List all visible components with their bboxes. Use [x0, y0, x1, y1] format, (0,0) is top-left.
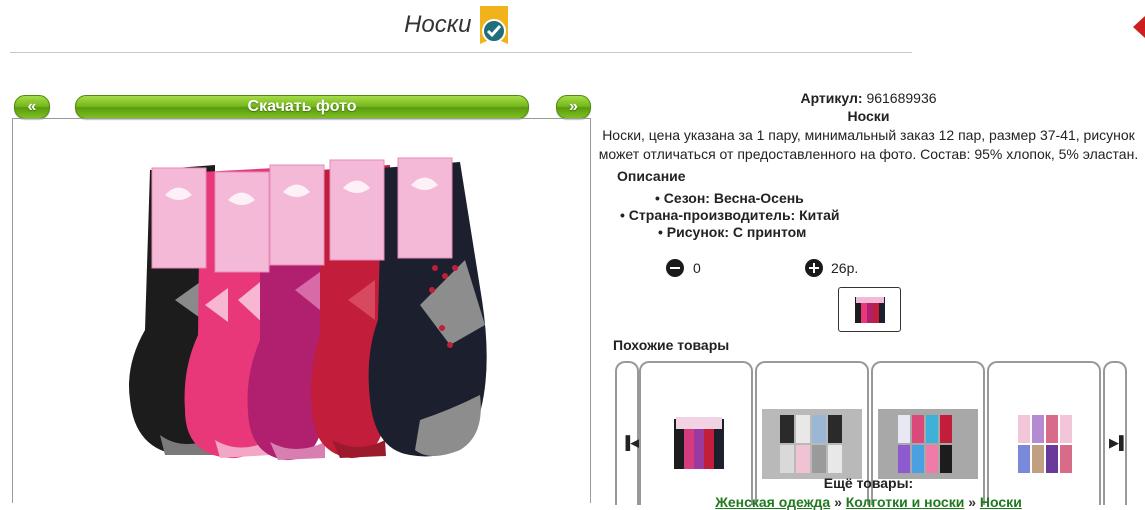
article-label: Артикул: [800, 90, 863, 106]
breadcrumb-link-womens-clothing[interactable]: Женская одежда [715, 494, 830, 510]
similar-heading: Похожие товары [613, 337, 730, 353]
spec-text: Сезон: Весна-Осень [663, 190, 804, 206]
similar-product-image [646, 409, 746, 479]
photo-frame-right [590, 118, 591, 503]
minus-icon[interactable] [666, 259, 684, 277]
photo-thumbnail[interactable] [838, 287, 901, 332]
download-photo-button[interactable]: Скачать фото [75, 95, 529, 119]
close-icon[interactable] [1130, 14, 1145, 40]
spec-text: Рисунок: С принтом [666, 224, 807, 240]
breadcrumb-separator: » [968, 494, 977, 510]
plus-icon[interactable] [805, 259, 823, 277]
spec-item: • Страна-производитель: Китай [620, 207, 840, 223]
skip-forward-icon: ▶▌ [1109, 435, 1129, 450]
product-description: Носки, цена указана за 1 пару, минимальн… [598, 127, 1139, 162]
page-title: Носки [404, 11, 472, 38]
spec-item: • Сезон: Весна-Осень [655, 190, 804, 206]
next-photo-button[interactable]: » [556, 95, 591, 119]
similar-product-image [994, 409, 1094, 479]
article-value: 961689936 [866, 90, 937, 106]
price-value: 26р. [831, 260, 859, 276]
prev-photo-button[interactable]: « [14, 95, 50, 119]
breadcrumb-separator: » [834, 494, 842, 510]
verified-badge-icon [479, 6, 508, 44]
similar-product-image [762, 409, 862, 479]
breadcrumb: Женская одежда » Колготки и носки » Носк… [592, 494, 1145, 510]
breadcrumb-link-tights-socks[interactable]: Колготки и носки [846, 494, 965, 510]
quantity-value: 0 [693, 260, 701, 276]
product-details: Артикул: 961689936 Носки Носки, цена ука… [592, 89, 1145, 164]
sock-labels [151, 157, 453, 273]
spec-heading: Описание [617, 168, 686, 184]
skip-back-icon: ▐◀ [621, 435, 641, 450]
more-products-heading: Ещё товары: [823, 475, 914, 491]
article-line: Артикул: 961689936 [592, 89, 1145, 107]
similar-product-image [878, 409, 978, 479]
header-divider [10, 52, 912, 53]
photo-frame [12, 118, 591, 119]
product-name: Носки [847, 108, 890, 124]
spec-text: Страна-производитель: Китай [628, 207, 840, 223]
breadcrumb-link-socks[interactable]: Носки [980, 494, 1022, 510]
spec-item: • Рисунок: С принтом [658, 224, 807, 240]
title-row: Носки [0, 6, 912, 46]
photo-frame-left [12, 118, 13, 503]
product-photo[interactable] [120, 150, 500, 470]
